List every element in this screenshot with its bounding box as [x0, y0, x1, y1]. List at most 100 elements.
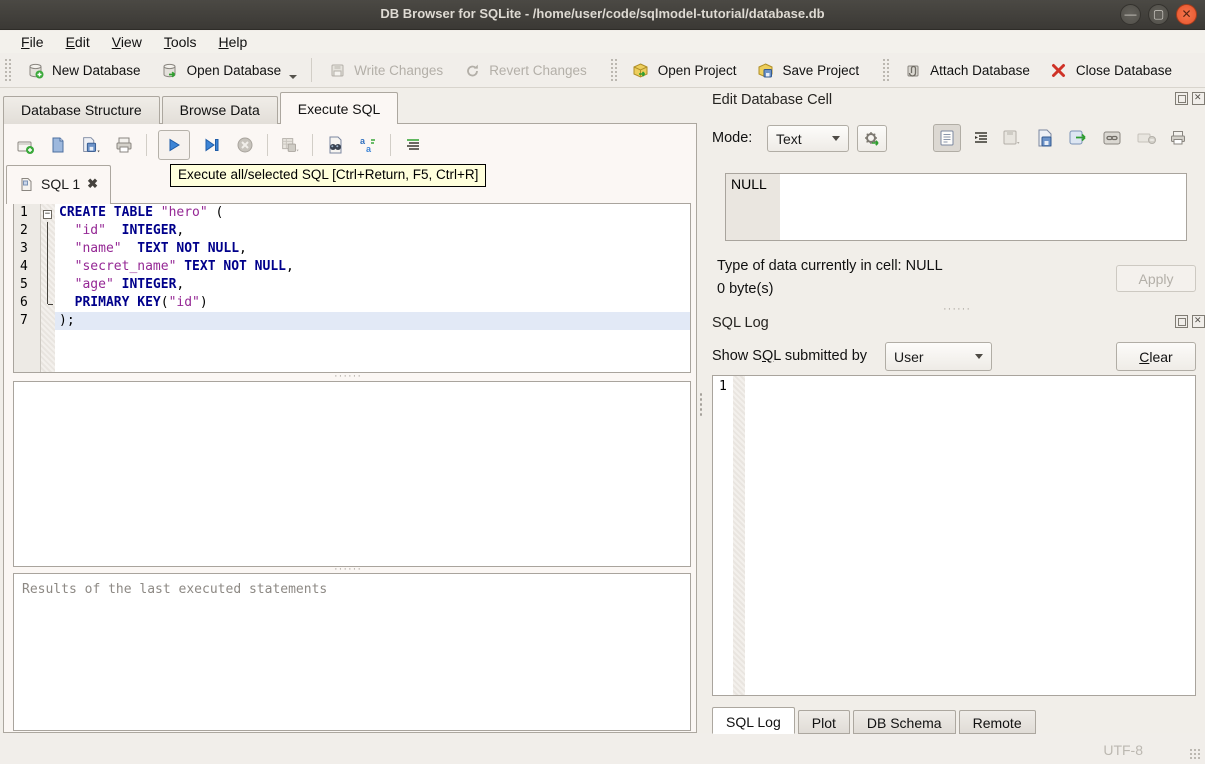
stop-icon [234, 134, 256, 156]
tab-db-schema[interactable]: DB Schema [852, 710, 956, 734]
horizontal-splitter[interactable]: ······ [334, 371, 362, 382]
tab-execute-sql[interactable]: Execute SQL [279, 92, 399, 124]
encoding-indicator[interactable]: UTF-8 [1103, 742, 1143, 758]
close-icon[interactable]: ✕ [1176, 4, 1197, 25]
clear-button[interactable]: Clear [1116, 342, 1196, 371]
open-project-button[interactable]: Open Project [621, 55, 746, 85]
indent-icon[interactable] [970, 127, 992, 149]
write-changes-icon [326, 59, 348, 81]
link-icon[interactable] [1101, 127, 1123, 149]
print-icon[interactable] [113, 134, 135, 156]
revert-changes-icon [461, 59, 483, 81]
save-icon[interactable] [1034, 127, 1056, 149]
dock-splitter[interactable]: ······ [943, 304, 971, 315]
editor-fold-column[interactable]: − [41, 204, 55, 372]
attach-database-button[interactable]: Attach Database [893, 55, 1039, 85]
close-icon[interactable] [1192, 92, 1205, 105]
save-results-icon [279, 134, 301, 156]
close-sql-tab-icon[interactable]: ✖ [87, 176, 98, 192]
fold-marker [41, 240, 55, 258]
import-icon [1001, 127, 1023, 149]
editor-line[interactable]: "name" TEXT NOT NULL, [55, 240, 690, 258]
open-project-icon [630, 59, 652, 81]
new-database-button[interactable]: New Database [15, 55, 150, 85]
chevron-down-icon [832, 136, 840, 141]
cell-editor[interactable]: NULL [725, 173, 1187, 241]
fold-marker [41, 258, 55, 276]
menu-edit[interactable]: Edit [55, 32, 101, 52]
toolbar-separator [311, 58, 313, 82]
text-mode-icon[interactable] [933, 124, 961, 152]
tab-plot[interactable]: Plot [797, 710, 850, 734]
menu-view[interactable]: View [101, 32, 153, 52]
horizontal-splitter[interactable]: ······ [334, 564, 362, 575]
line-number: 6 [20, 295, 28, 310]
log-line-number: 1 [719, 379, 727, 394]
sql-log-filter-combo[interactable]: User [885, 342, 992, 371]
editor-code-area[interactable]: CREATE TABLE "hero" ( "id" INTEGER, "nam… [55, 204, 690, 372]
line-number: 7 [20, 313, 28, 328]
cell-size-info: 0 byte(s) [717, 281, 774, 297]
revert-changes-label: Revert Changes [489, 62, 587, 78]
chevron-down-icon [975, 354, 983, 359]
toolbar-drag-handle[interactable] [609, 58, 617, 82]
toolbar-drag-handle[interactable] [4, 58, 11, 82]
vertical-splitter[interactable] [699, 392, 703, 418]
editor-line[interactable]: CREATE TABLE "hero" ( [55, 204, 690, 222]
find-icon[interactable] [324, 134, 346, 156]
sql-1-tab[interactable]: SQL 1 ✖ [6, 165, 112, 204]
fold-marker[interactable]: − [41, 204, 55, 222]
attach-database-label: Attach Database [930, 62, 1030, 78]
statusbar: UTF-8 [0, 733, 1205, 764]
sql-editor[interactable]: 1 2 3 4 5 6 7 − CREATE TABLE "hero" ( "id" INT… [13, 203, 691, 373]
results-grid-pane[interactable] [13, 381, 691, 567]
tab-sql-log[interactable]: SQL Log [712, 707, 795, 734]
mode-combo[interactable]: Text [767, 125, 849, 152]
open-database-icon [159, 59, 181, 81]
open-project-label: Open Project [657, 62, 737, 78]
menu-tools[interactable]: Tools [153, 32, 208, 52]
editor-line[interactable]: PRIMARY KEY("id") [55, 294, 690, 312]
align-icon[interactable] [402, 134, 424, 156]
save-sql-file-icon[interactable] [80, 134, 102, 156]
sql-tab-label: SQL 1 [41, 176, 81, 192]
editor-line[interactable]: "id" INTEGER, [55, 222, 690, 240]
toolbar-drag-handle[interactable] [882, 58, 890, 82]
open-sql-file-icon[interactable] [47, 134, 69, 156]
open-database-label: Open Database [186, 62, 282, 78]
open-database-button[interactable]: Open Database [150, 55, 307, 85]
float-icon[interactable] [1175, 92, 1188, 105]
auto-switch-button[interactable] [857, 125, 887, 152]
results-message-pane[interactable]: Results of the last executed statements [13, 573, 691, 731]
close-database-button[interactable]: Close Database [1039, 55, 1181, 85]
editor-line[interactable]: "secret_name" TEXT NOT NULL, [55, 258, 690, 276]
titlebar[interactable]: DB Browser for SQLite - /home/user/code/… [0, 0, 1205, 30]
tab-database-structure[interactable]: Database Structure [3, 96, 160, 124]
sql-log-view[interactable]: 1 [712, 375, 1196, 696]
new-sql-tab-icon[interactable] [14, 134, 36, 156]
print-icon[interactable] [1167, 127, 1189, 149]
sql-toolbar-separator [312, 134, 313, 156]
fold-marker [41, 312, 55, 330]
menu-help[interactable]: Help [208, 32, 259, 52]
editor-line[interactable]: ); [55, 312, 690, 330]
export-icon[interactable] [1067, 127, 1089, 149]
tab-browse-data[interactable]: Browse Data [161, 96, 278, 124]
execute-sql-button[interactable] [158, 130, 190, 160]
line-number: 5 [20, 277, 28, 292]
execute-line-button[interactable] [201, 134, 223, 156]
save-project-button[interactable]: Save Project [746, 55, 869, 85]
sql-log-filter-label: Show SQL submitted by [712, 348, 868, 364]
menubar: File Edit View Tools Help [0, 31, 1205, 53]
chevron-down-icon[interactable] [289, 75, 298, 79]
maximize-icon[interactable]: ▢ [1148, 4, 1169, 25]
format-sql-icon[interactable]: aa [357, 134, 379, 156]
menu-file[interactable]: File [10, 32, 55, 52]
float-icon[interactable] [1175, 315, 1188, 328]
close-icon[interactable] [1192, 315, 1205, 328]
editor-line[interactable]: "age" INTEGER, [55, 276, 690, 294]
resize-grip[interactable] [1189, 748, 1201, 760]
minimize-icon[interactable]: — [1120, 4, 1141, 25]
fold-marker [41, 294, 55, 312]
tab-remote[interactable]: Remote [958, 710, 1036, 734]
